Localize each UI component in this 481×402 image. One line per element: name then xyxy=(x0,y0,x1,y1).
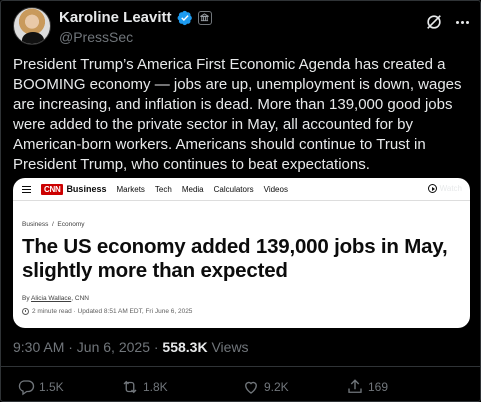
reply-button[interactable]: 1.5K xyxy=(17,378,64,396)
display-name[interactable]: Karoline Leavitt xyxy=(59,9,172,26)
tweet-text: President Trump’s America First Economic… xyxy=(13,56,462,173)
action-bar: 1.5K 1.8K 9.2K 169 xyxy=(17,378,477,400)
views-count: 558.3K xyxy=(162,339,208,355)
views-label: Views xyxy=(207,339,249,355)
card-meta: 2 minute read · Updated 8:51 AM EDT, Fri… xyxy=(22,308,192,315)
card-byline: By Alicia Wallace, CNN xyxy=(22,295,89,302)
card-nav-calculators: Calculators xyxy=(213,184,254,194)
card-breadcrumb: Business / Economy xyxy=(22,221,85,228)
like-icon xyxy=(245,381,257,394)
card-section: Business xyxy=(66,184,107,194)
repost-count: 1.8K xyxy=(143,380,168,394)
like-button[interactable]: 9.2K xyxy=(242,378,289,396)
like-count: 9.2K xyxy=(264,380,289,394)
card-headline: The US economy added 139,000 jobs in May… xyxy=(22,235,448,282)
grok-icon[interactable] xyxy=(425,13,443,31)
verified-badge-icon xyxy=(177,10,192,25)
byline-author: Alicia Wallace xyxy=(31,295,72,302)
card-watch: Watch xyxy=(427,184,462,193)
more-icon[interactable] xyxy=(453,13,471,31)
card-nav-tech: Tech xyxy=(154,184,172,194)
tweet-header: Karoline Leavitt @PressSec xyxy=(9,7,473,45)
card-nav-markets: Markets xyxy=(116,184,145,194)
repost-icon xyxy=(123,380,137,394)
name-row: Karoline Leavitt xyxy=(59,9,212,26)
bookmark-count: 169 xyxy=(368,380,389,394)
government-badge-icon xyxy=(197,10,212,25)
byline-suffix: , CNN xyxy=(71,295,89,302)
byline-prefix: By xyxy=(22,295,32,302)
cnn-logo: CNN xyxy=(41,183,64,195)
card-nav-media: Media xyxy=(181,184,204,194)
card-meta-text: 2 minute read · Updated 8:51 AM EDT, Fri… xyxy=(32,308,193,315)
share-icon xyxy=(348,379,362,393)
clock-icon xyxy=(22,308,29,315)
views-button[interactable]: 169 xyxy=(346,378,388,396)
reply-icon xyxy=(18,380,35,396)
link-card[interactable]: CNN Business Markets Tech Media Calculat… xyxy=(13,178,470,328)
reply-count: 1.5K xyxy=(39,380,64,394)
card-nav-videos: Videos xyxy=(263,184,288,194)
avatar[interactable] xyxy=(13,7,51,45)
watch-play-icon xyxy=(427,184,437,193)
tweet-timestamp: 9:30 AM · Jun 6, 2025 · 558.3K Views xyxy=(13,339,249,355)
card-nav: CNN Business Markets Tech Media Calculat… xyxy=(13,178,470,200)
handle[interactable]: @PressSec xyxy=(59,29,133,45)
action-divider xyxy=(1,366,480,367)
hamburger-icon xyxy=(22,185,31,193)
repost-button[interactable]: 1.8K xyxy=(121,378,168,396)
watch-label: Watch xyxy=(439,184,462,193)
tweet: Karoline Leavitt @PressSec President Tru… xyxy=(0,0,481,402)
timestamp-text[interactable]: 9:30 AM · Jun 6, 2025 · xyxy=(13,339,162,355)
card-divider xyxy=(13,200,470,201)
